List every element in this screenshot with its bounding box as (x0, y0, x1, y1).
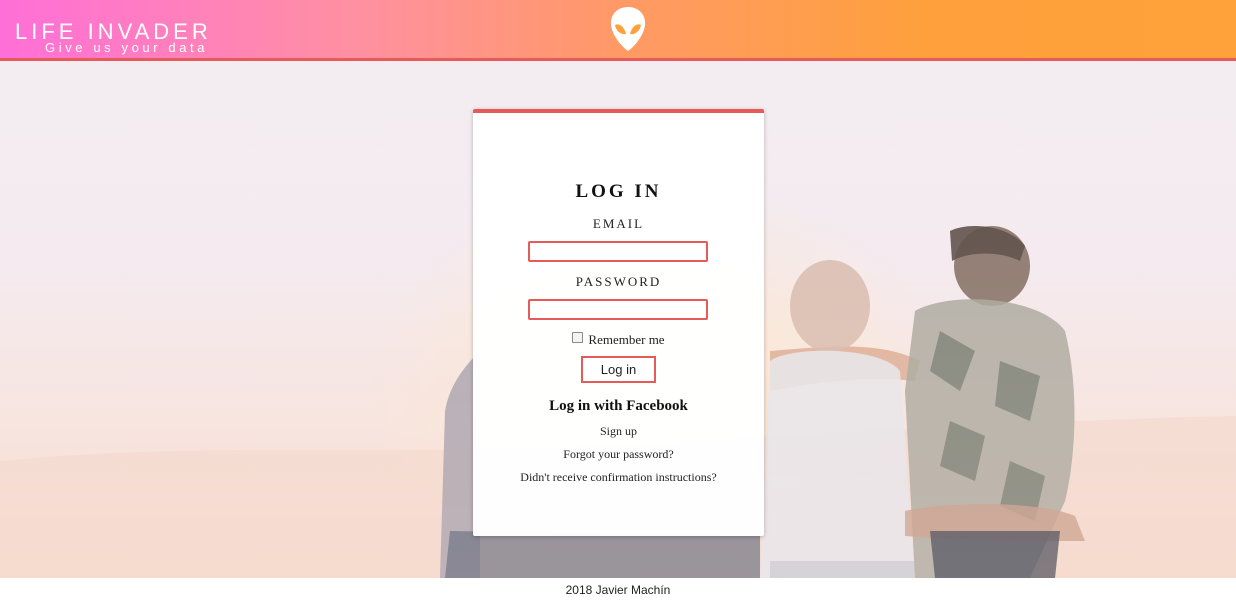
password-field[interactable] (528, 299, 708, 320)
login-card: LOG IN EMAIL PASSWORD Remember me Log in… (473, 109, 764, 536)
remember-me-checkbox[interactable] (572, 332, 584, 343)
remember-me-row: Remember me (473, 332, 764, 348)
login-button[interactable]: Log in (581, 356, 656, 383)
remember-me-label[interactable]: Remember me (588, 332, 664, 347)
facebook-login-link[interactable]: Log in with Facebook (473, 398, 764, 415)
alien-head-icon[interactable] (609, 6, 647, 52)
forgot-password-link[interactable]: Forgot your password? (473, 447, 764, 462)
brand-tagline: Give us your data (45, 40, 209, 55)
email-field[interactable] (528, 241, 708, 262)
top-header: LIFE INVADER Give us your data (0, 0, 1236, 61)
login-title: LOG IN (575, 181, 662, 202)
footer-copyright: 2018 Javier Machín (0, 578, 1236, 600)
email-label: EMAIL (592, 216, 645, 231)
signup-link[interactable]: Sign up (473, 424, 764, 439)
confirmation-instructions-link[interactable]: Didn't receive confirmation instructions… (473, 470, 764, 485)
password-label: PASSWORD (575, 274, 662, 289)
